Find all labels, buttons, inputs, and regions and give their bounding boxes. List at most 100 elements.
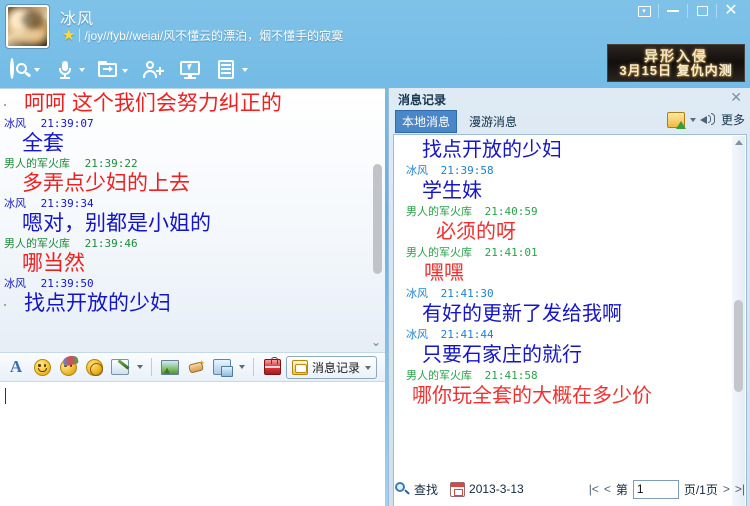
message-history-panel: 消息记录 ✕ 本地消息 漫游消息 更多 找点开放的少妇 冰风 21:39:58 … xyxy=(388,88,750,506)
chevron-down-icon[interactable] xyxy=(239,365,245,369)
star-icon: ★ xyxy=(62,27,76,44)
history-message-time: 21:41:01 xyxy=(484,246,538,259)
history-message-body: 找点开放的少妇 xyxy=(422,139,562,161)
maximize-button[interactable] xyxy=(688,2,716,20)
chevron-down-icon[interactable] xyxy=(34,68,40,72)
sound-icon[interactable] xyxy=(699,112,717,127)
search-label: 查找 xyxy=(414,482,439,497)
tab-roaming-messages[interactable]: 漫游消息 xyxy=(463,111,523,132)
emoticon-icon[interactable] xyxy=(32,357,52,377)
minimize-button[interactable] xyxy=(659,2,687,20)
window-controls: ▾ ✕ xyxy=(630,2,745,20)
history-message-body: 必须的呀 xyxy=(436,221,516,243)
message-time: 21:39:46 xyxy=(84,237,138,250)
message-time: 21:39:34 xyxy=(40,197,94,210)
qq-chat-window: 冰风 ★ /joy//fyb//weiai/风不懂云的漂泊，烟不懂手的寂寞 ▾ … xyxy=(0,0,750,506)
add-friend-button[interactable] xyxy=(143,60,165,80)
history-scrollbar[interactable] xyxy=(732,136,745,506)
message-body: 呵呵 这个我们会努力纠正的 xyxy=(2,91,385,117)
search-icon xyxy=(395,481,410,497)
compose-input[interactable] xyxy=(0,382,385,506)
voice-call-icon xyxy=(55,60,77,80)
message-time: 21:39:50 xyxy=(40,277,94,290)
message-body: 全套 xyxy=(22,132,64,155)
first-page-button[interactable]: |< xyxy=(589,482,599,496)
calendar-icon xyxy=(450,481,466,497)
history-message-body: 有好的更新了发给我啊 xyxy=(422,303,622,325)
send-file-icon xyxy=(98,61,120,81)
message-sender: 冰风 xyxy=(4,198,26,210)
chevron-down-icon[interactable] xyxy=(137,365,143,369)
font-style-icon[interactable]: A xyxy=(6,357,26,377)
notes-icon xyxy=(218,60,240,80)
magic-emoticon-icon[interactable] xyxy=(58,357,78,377)
history-message-time: 21:41:30 xyxy=(440,287,494,300)
history-message-sender: 冰风 xyxy=(406,328,428,341)
send-file-button[interactable] xyxy=(98,61,128,81)
chevron-down-icon[interactable] xyxy=(689,117,696,122)
message-body: 哪当然 xyxy=(22,252,85,275)
history-title-bar: 消息记录 ✕ xyxy=(389,88,750,110)
gift-icon[interactable] xyxy=(262,357,282,377)
voice-call-button[interactable] xyxy=(55,60,85,80)
message-sender: 男人的军火库 xyxy=(4,238,70,250)
more-button[interactable]: 更多 xyxy=(721,111,745,128)
chevron-down-icon[interactable] xyxy=(242,68,248,72)
history-message-list[interactable]: 找点开放的少妇 冰风 21:39:58 学生妹 男人的军火库 21:40:59 … xyxy=(393,134,747,506)
action-toolbar xyxy=(0,52,750,88)
scrollbar-thumb[interactable] xyxy=(734,300,743,392)
scroll-up-icon[interactable] xyxy=(735,140,743,145)
screen-capture-icon[interactable] xyxy=(110,357,130,377)
page-prefix-label: 第 xyxy=(615,482,628,497)
bubble-emoticon-icon[interactable] xyxy=(84,357,104,377)
notes-button[interactable] xyxy=(218,60,248,80)
send-screenshot-icon[interactable] xyxy=(212,357,233,377)
text-caret xyxy=(5,388,6,404)
window-menu-button[interactable]: ▾ xyxy=(630,2,658,20)
shake-window-icon[interactable]: ✦ xyxy=(186,357,206,377)
close-icon[interactable]: ✕ xyxy=(730,90,742,104)
history-message-sender: 冰风 xyxy=(406,164,428,177)
next-page-button[interactable]: > xyxy=(723,482,730,496)
remote-desktop-button[interactable] xyxy=(180,61,202,81)
import-export-icon[interactable] xyxy=(666,111,686,129)
history-message-meta: 男人的军火库 21:41:58 xyxy=(398,368,732,383)
prev-page-button[interactable]: < xyxy=(604,482,611,496)
divider xyxy=(79,29,81,42)
history-message-body: 嘿嘿 xyxy=(424,262,464,284)
tab-local-messages[interactable]: 本地消息 xyxy=(395,109,458,133)
signature-row: ★ /joy//fyb//weiai/风不懂云的漂泊，烟不懂手的寂寞 xyxy=(62,27,343,44)
message-body: 嗯对，别都是小姐的 xyxy=(22,212,211,235)
history-message-time: 21:40:59 xyxy=(484,205,538,218)
scrollbar-thumb[interactable] xyxy=(373,164,382,274)
chat-left-panel: 呵呵 这个我们会努力纠正的 冰风 21:39:07 全套 男人的军火库 21:3… xyxy=(0,88,385,506)
history-message-meta: 男人的军火库 21:41:01 xyxy=(398,245,732,260)
last-page-button[interactable]: >| xyxy=(735,482,745,496)
date-picker[interactable]: 2013-3-13 xyxy=(450,481,524,497)
close-button[interactable]: ✕ xyxy=(717,2,745,20)
chat-scrollbar[interactable] xyxy=(372,92,383,342)
page-number-input[interactable]: 1 xyxy=(632,479,679,499)
chevron-down-icon[interactable] xyxy=(79,68,85,72)
chevron-down-icon[interactable] xyxy=(365,365,371,370)
avatar[interactable] xyxy=(6,5,49,48)
scroll-down-icon[interactable]: ⌄ xyxy=(371,336,381,348)
message-body: 找点开放的少妇 xyxy=(2,291,385,317)
chevron-down-icon[interactable] xyxy=(122,69,128,73)
history-message-meta: 冰风 21:41:44 xyxy=(398,327,732,342)
remote-desktop-icon xyxy=(180,61,202,81)
history-message-body: 学生妹 xyxy=(422,180,482,202)
history-message-sender: 冰风 xyxy=(406,287,428,300)
history-panel-title: 消息记录 xyxy=(398,93,447,107)
chat-message-list[interactable]: 呵呵 这个我们会努力纠正的 冰风 21:39:07 全套 男人的军火库 21:3… xyxy=(0,88,385,352)
picture-icon[interactable] xyxy=(160,357,180,377)
message-meta: 男人的军火库 21:39:46 xyxy=(0,237,385,251)
search-button[interactable]: 查找 xyxy=(395,481,438,498)
history-message-meta: 冰风 21:41:30 xyxy=(398,286,732,301)
history-tabs: 本地消息 漫游消息 更多 xyxy=(389,109,750,133)
divider xyxy=(151,358,152,376)
video-call-button[interactable] xyxy=(10,58,40,80)
message-time: 21:39:07 xyxy=(40,117,94,130)
history-message-sender: 男人的军火库 xyxy=(406,369,472,382)
message-history-button[interactable]: 消息记录 xyxy=(285,356,377,379)
